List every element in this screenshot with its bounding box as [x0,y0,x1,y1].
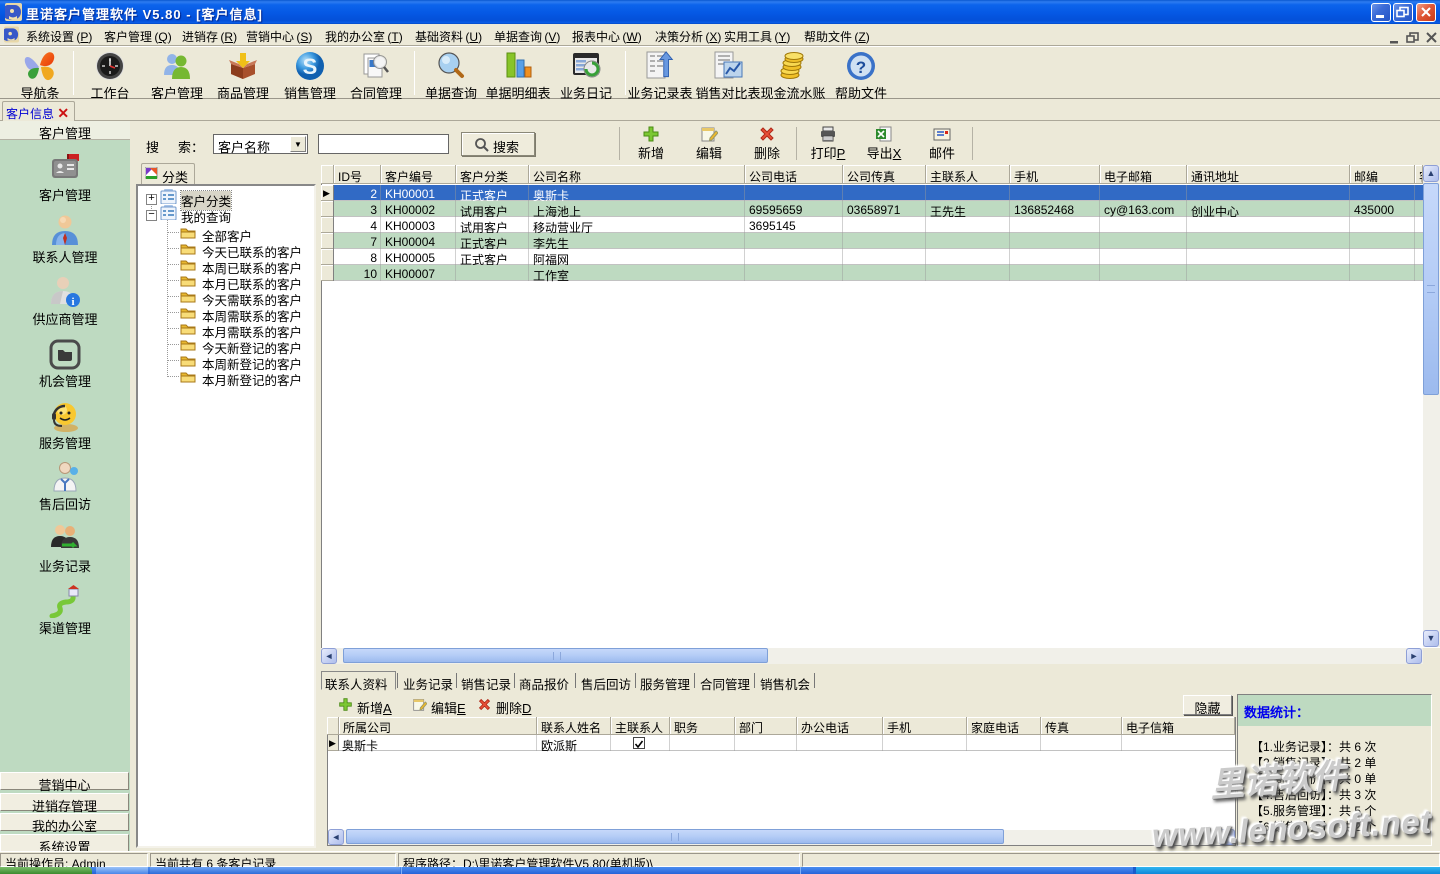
svg-text:S: S [303,54,318,79]
svg-text:i: i [71,296,74,308]
svg-text:?: ? [856,58,866,77]
